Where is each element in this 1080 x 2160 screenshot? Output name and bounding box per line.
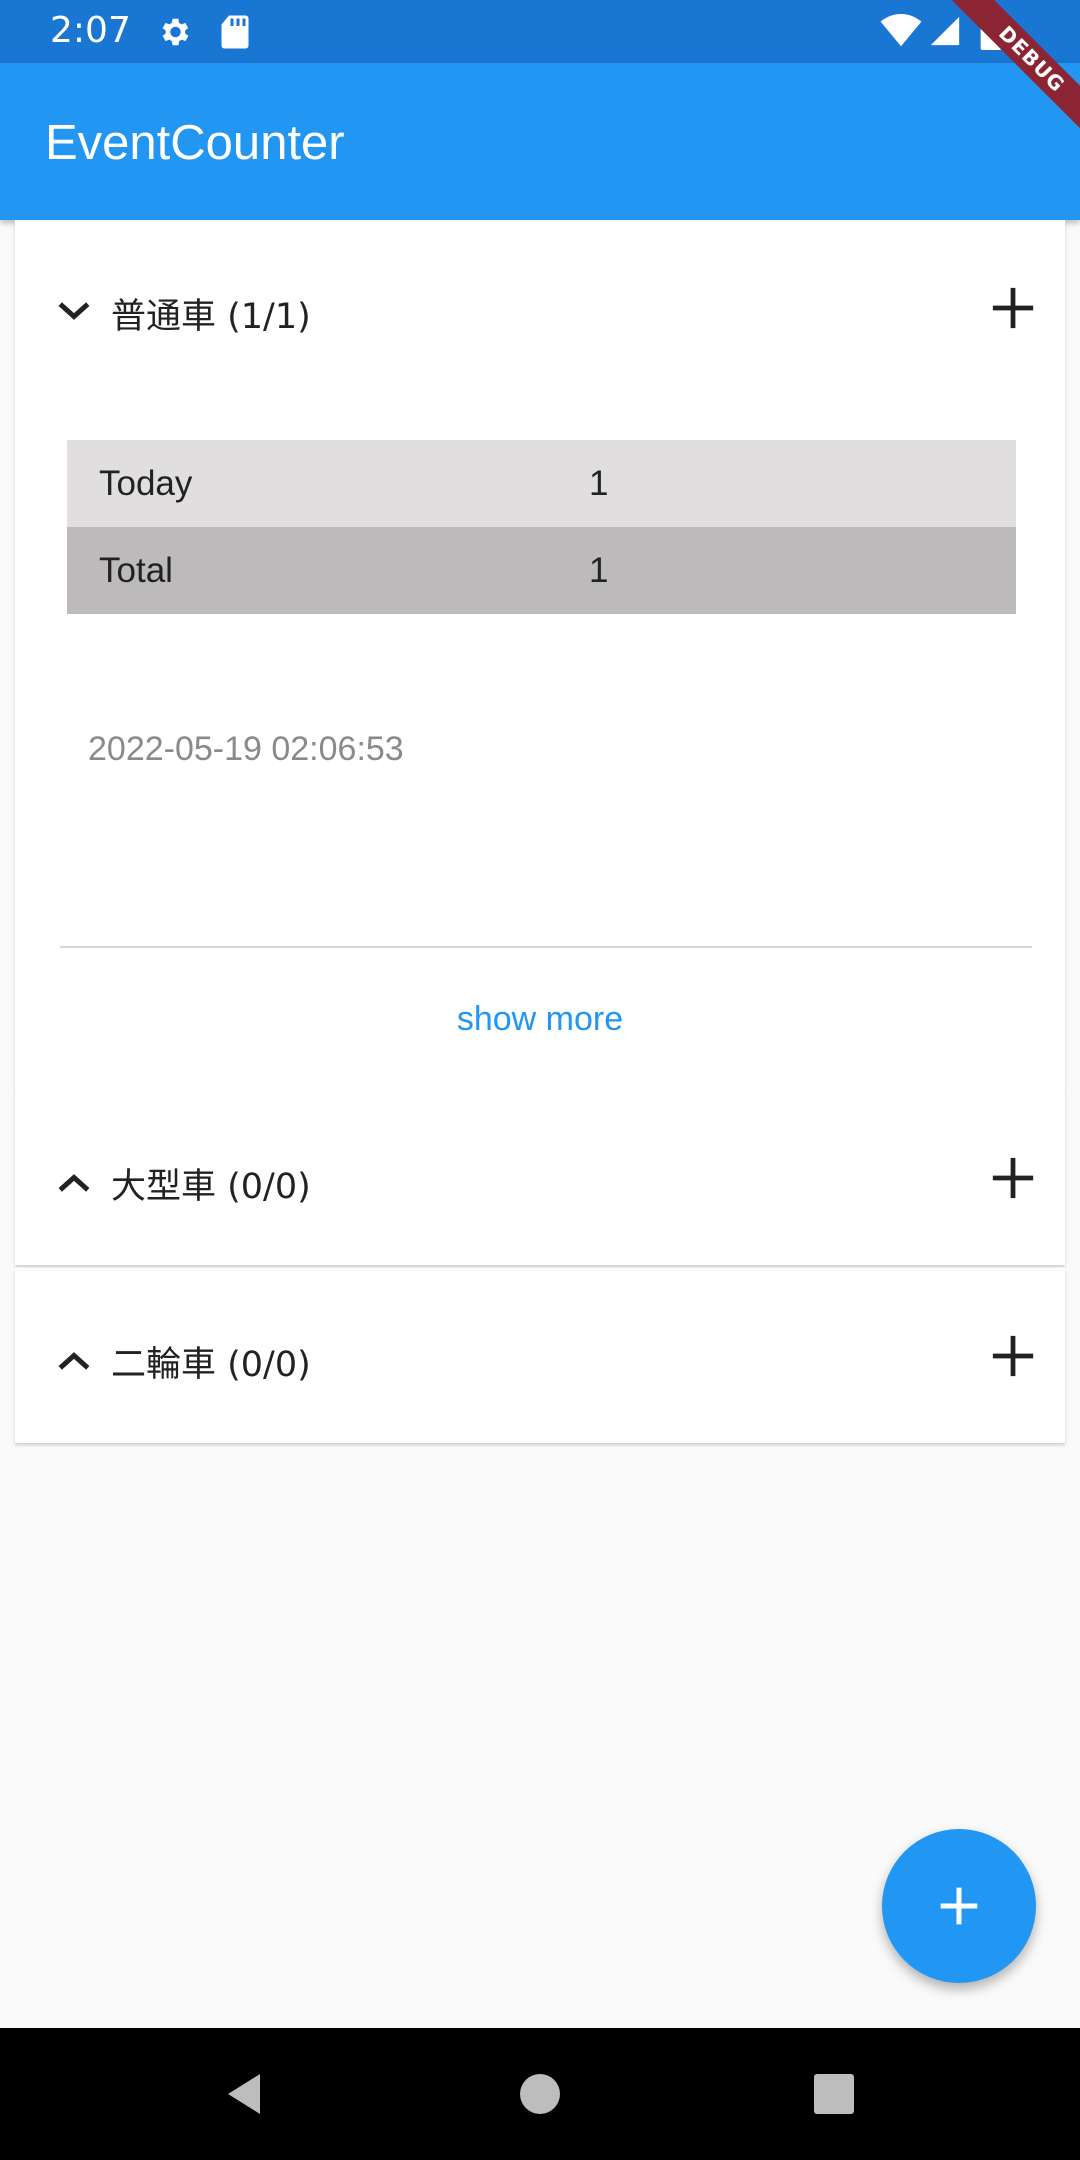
sd-card-icon bbox=[221, 15, 249, 49]
category-panel-futsusha: 普通車 (1/1) Today 1 Total 1 2022-05-19 02:… bbox=[15, 220, 1065, 1090]
plus-icon bbox=[940, 1887, 978, 1925]
stats-label: Today bbox=[99, 464, 193, 503]
category-panel-nirinsha: 二輪車 (0/0) bbox=[15, 1268, 1065, 1443]
panel-title: 普通車 (1/1) bbox=[111, 297, 311, 337]
chevron-down-icon[interactable] bbox=[57, 300, 91, 322]
back-icon[interactable] bbox=[224, 2072, 264, 2116]
debug-banner-label: DEBUG bbox=[943, 0, 1080, 140]
status-bar: 2:07 bbox=[0, 0, 1080, 63]
panel-header[interactable]: 二輪車 (0/0) bbox=[15, 1268, 1065, 1438]
add-category-fab[interactable] bbox=[882, 1829, 1036, 1983]
add-event-button[interactable] bbox=[991, 1334, 1035, 1378]
add-event-button[interactable] bbox=[991, 286, 1035, 330]
panel-header[interactable]: 大型車 (0/0) bbox=[15, 1090, 1065, 1260]
category-panel-ogatasha: 大型車 (0/0) bbox=[15, 1090, 1065, 1265]
divider bbox=[60, 946, 1032, 948]
home-icon[interactable] bbox=[520, 2074, 560, 2114]
app-bar: EventCounter bbox=[0, 63, 1080, 220]
stats-value: 1 bbox=[589, 551, 609, 590]
event-timestamp: 2022-05-19 02:06:53 bbox=[88, 730, 404, 768]
panel-header[interactable]: 普通車 (1/1) bbox=[15, 220, 1065, 390]
debug-banner: DEBUG bbox=[940, 0, 1080, 140]
panel-title: 二輪車 (0/0) bbox=[111, 1345, 311, 1385]
panel-title: 大型車 (0/0) bbox=[111, 1167, 311, 1207]
system-nav-bar bbox=[0, 2028, 1080, 2160]
chevron-up-icon[interactable] bbox=[57, 1350, 91, 1372]
stats-label: Total bbox=[99, 551, 173, 590]
gear-icon bbox=[162, 18, 189, 46]
wifi-icon bbox=[880, 14, 922, 47]
stats-row-total: Total 1 bbox=[67, 527, 1016, 614]
show-more-button[interactable]: show more bbox=[15, 1000, 1065, 1039]
app-screen: 2:07 DEBUG EventCounter 普通車 (1/1) Today … bbox=[0, 0, 1080, 2160]
stats-row-today: Today 1 bbox=[67, 440, 1016, 527]
status-time: 2:07 bbox=[50, 10, 131, 51]
app-title: EventCounter bbox=[45, 116, 345, 170]
chevron-up-icon[interactable] bbox=[57, 1172, 91, 1194]
recents-icon[interactable] bbox=[814, 2074, 854, 2114]
add-event-button[interactable] bbox=[991, 1156, 1035, 1200]
stats-value: 1 bbox=[589, 464, 609, 503]
